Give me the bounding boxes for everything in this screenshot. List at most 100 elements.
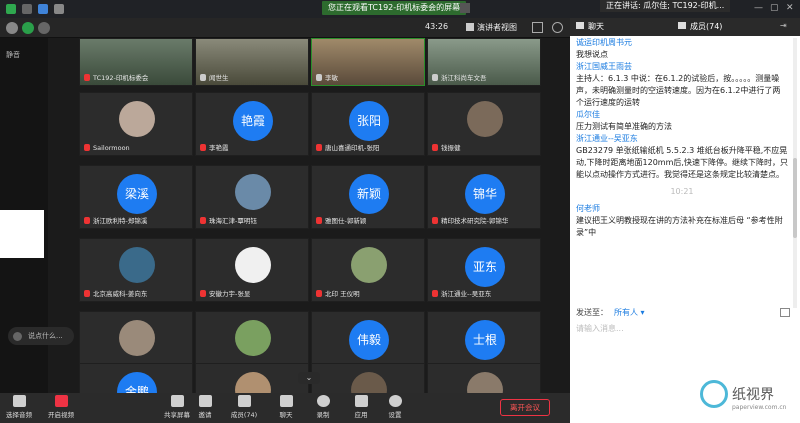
apps-icon	[354, 395, 368, 407]
participant-tile[interactable]: 锦华 精印技术研究院-郭锦华	[427, 165, 541, 229]
chat-icon	[279, 395, 293, 407]
minimize-icon[interactable]: —	[754, 3, 763, 13]
chat-scrollbar[interactable]	[793, 38, 797, 308]
participant-tile[interactable]: 梁溪 浙江欧利特-郑锦溪	[79, 165, 193, 229]
avatar-photo	[351, 247, 387, 283]
participant-name: Sailormoon	[84, 144, 130, 152]
view-options-icon[interactable]	[460, 3, 470, 13]
headphone-icon	[12, 395, 26, 407]
avatar: 士根	[465, 320, 505, 360]
participant-tile[interactable]: 北印 王仪明	[311, 238, 425, 302]
invite-icon	[198, 395, 212, 407]
participant-tile[interactable]: 新颖 雅图仕-郭新颖	[311, 165, 425, 229]
participant-name: 珠海汇津-覃明钰	[200, 215, 257, 225]
avatar-photo	[119, 320, 155, 356]
audio-button[interactable]: 选择音频	[2, 395, 36, 419]
invite-button[interactable]: 邀请	[188, 395, 222, 419]
record-label: 录制	[316, 411, 330, 419]
maximize-icon[interactable]: ▢	[770, 3, 779, 13]
chat-label: 聊天	[279, 411, 293, 419]
participant-name: 北京高威科-姜向东	[84, 288, 147, 298]
participant-name: 唐山喜通印机-张阳	[316, 142, 379, 152]
info-icon[interactable]	[54, 4, 64, 14]
participant-tile[interactable]: 张阳 唐山喜通印机-张阳	[311, 92, 425, 156]
share-screen-icon	[170, 395, 184, 407]
tab-members[interactable]: 成员(74)	[678, 21, 722, 32]
mic-muted-icon	[84, 144, 90, 151]
leave-meeting-button[interactable]: 离开会议	[500, 399, 550, 416]
security-icon[interactable]	[38, 4, 48, 14]
shield-icon[interactable]	[22, 22, 34, 34]
chat-input[interactable]: 请输入消息...	[576, 323, 624, 334]
mic-muted-icon	[432, 290, 438, 297]
avatar: 梁溪	[117, 174, 157, 214]
mic-muted-icon	[432, 144, 438, 151]
camera-icon	[54, 395, 68, 407]
settings-button[interactable]: 设置	[378, 395, 412, 419]
mic-muted-icon	[316, 217, 322, 224]
chat-button[interactable]: 聊天	[269, 395, 303, 419]
chat-timestamp: 10:21	[670, 187, 694, 196]
participant-tile[interactable]: 北京高威科-姜向东	[79, 238, 193, 302]
collapse-icon[interactable]: ⇥	[780, 21, 787, 30]
speaker-view-button[interactable]: 演讲者视图	[460, 21, 523, 35]
participant-tile[interactable]: 艳霞 李艳霞	[195, 92, 309, 156]
send-to-label: 发送至：	[576, 308, 608, 317]
chat-panel: 聊天 成员(74) ⇥ 诚运印机周书元 我想说点 浙江国威王雨芸 主持人：6.1.3…	[570, 18, 800, 423]
mic-muted-icon	[432, 217, 438, 224]
chat-message: 浙江通业--吴亚东 GB23279 单张纸输纸机 5.5.2.3 堆纸台板升降平稳…	[576, 134, 788, 179]
invite-label: 邀请	[198, 411, 212, 419]
scroll-thumb[interactable]	[793, 158, 797, 238]
say-placeholder: 说点什么...	[28, 332, 63, 340]
participant-name: 精印技术研究院-郭锦华	[432, 215, 508, 225]
mic-muted-icon	[200, 290, 206, 297]
avatar: 新颖	[349, 174, 389, 214]
members-icon	[237, 395, 251, 407]
record-button[interactable]: 录制	[306, 395, 340, 419]
video-area: 静音 TC192-印机标委会 闻世生 李敏 浙江科尚车文吾 Sailormoon…	[0, 38, 570, 423]
tab-chat[interactable]: 聊天	[576, 21, 604, 32]
avatar-photo	[235, 174, 271, 210]
participant-name: 浙江科尚车文吾	[432, 72, 487, 82]
participant-tile[interactable]: 亚东 浙江通业--吴亚东	[427, 238, 541, 302]
signal-icon	[22, 4, 32, 14]
participant-tile[interactable]: 珠海汇津-覃明钰	[195, 165, 309, 229]
participant-name: 雅图仕-郭新颖	[316, 215, 366, 225]
participant-tile[interactable]: 安徽力宇-张显	[195, 238, 309, 302]
status-icon	[6, 4, 16, 14]
avatar-photo	[235, 320, 271, 356]
video-tile[interactable]: 闻世生	[195, 38, 309, 86]
participant-name: 钱振健	[432, 142, 461, 152]
logo-mark-icon	[700, 380, 728, 408]
participant-tile[interactable]: 钱振健	[427, 92, 541, 156]
close-icon[interactable]: ✕	[786, 3, 794, 13]
chevron-down-icon[interactable]: ⌄	[298, 372, 320, 384]
meeting-clock: 43:26	[425, 22, 449, 31]
members-label: 成员(74)	[230, 411, 258, 419]
video-button[interactable]: 开启视频	[44, 395, 78, 419]
mic-muted-icon	[316, 144, 322, 151]
members-button[interactable]: 成员(74)	[227, 395, 261, 419]
participant-name: TC192-印机标委会	[84, 72, 148, 82]
more-icon[interactable]	[552, 22, 563, 33]
video-tile-active[interactable]: 李敏	[311, 38, 425, 86]
sharing-banner: 您正在观看TC192-印机标委会的屏幕	[322, 1, 467, 15]
video-tile[interactable]: 浙江科尚车文吾	[427, 38, 541, 86]
fullscreen-icon[interactable]	[532, 22, 543, 33]
participant-tile[interactable]: Sailormoon	[79, 92, 193, 156]
recipient-select[interactable]: 所有人 ▾	[614, 308, 645, 317]
info-icon[interactable]	[6, 22, 18, 34]
video-tile[interactable]: TC192-印机标委会	[79, 38, 193, 86]
apps-button[interactable]: 应用	[344, 395, 378, 419]
avatar-photo	[119, 101, 155, 137]
avatar: 艳霞	[233, 101, 273, 141]
say-input[interactable]: 说点什么...	[8, 327, 74, 345]
image-icon[interactable]	[780, 308, 790, 317]
speaker-view-label: 演讲者视图	[477, 23, 517, 32]
participant-name: 李敏	[316, 72, 338, 82]
chat-tab-icon	[576, 22, 584, 29]
shared-content-snippet	[0, 210, 44, 258]
mic-muted-icon	[84, 290, 90, 297]
speaking-banner: 正在讲话: 瓜尔佳; TC192-印机...	[600, 0, 731, 12]
system-top-bar: 您正在观看TC192-印机标委会的屏幕 正在讲话: 瓜尔佳; TC192-印机.…	[0, 0, 800, 18]
